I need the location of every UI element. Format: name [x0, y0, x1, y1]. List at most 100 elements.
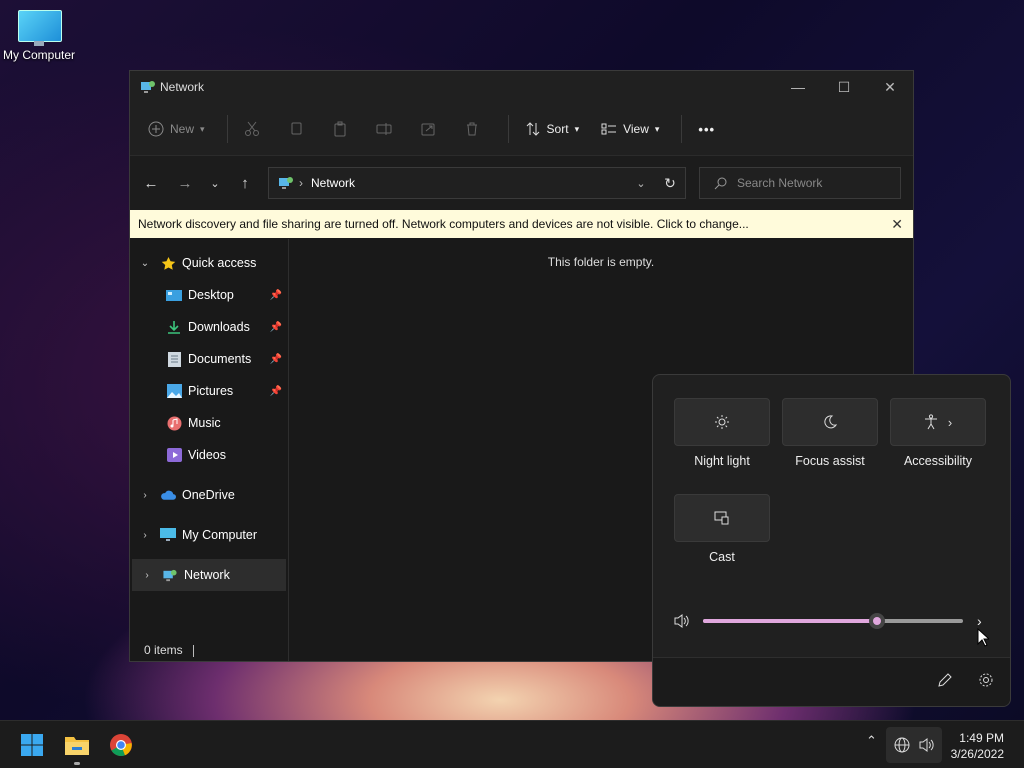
tile-cast[interactable]: Cast — [674, 494, 770, 564]
nav-item-pictures[interactable]: Pictures 📌 — [130, 375, 288, 407]
speaker-icon[interactable] — [673, 613, 691, 629]
chevron-down-icon[interactable]: ⌄ — [130, 258, 160, 269]
nav-item-quick-access[interactable]: ⌄ Quick access — [130, 247, 288, 279]
volume-slider[interactable] — [703, 613, 963, 629]
tile-night-light[interactable]: Night light — [674, 398, 770, 468]
chevron-right-icon[interactable]: › — [132, 570, 162, 581]
nav-item-network[interactable]: › Network — [132, 559, 286, 591]
monitor-icon — [160, 528, 176, 542]
nav-item-music[interactable]: Music — [130, 407, 288, 439]
tile-focus-assist[interactable]: Focus assist — [782, 398, 878, 468]
cast-icon — [714, 511, 729, 525]
sort-label: Sort — [546, 122, 569, 136]
settings-button[interactable] — [978, 672, 994, 693]
chevron-down-icon: ▾ — [200, 123, 205, 134]
nav-item-videos[interactable]: Videos — [130, 439, 288, 471]
picture-icon — [166, 384, 182, 398]
title-bar[interactable]: Network — ☐ ✕ — [130, 71, 913, 103]
tile-label: Focus assist — [795, 454, 865, 468]
navigation-bar: ← → ⌄ ↑ › Network ⌄ ↻ Search Network — [130, 156, 913, 210]
nav-item-my-computer[interactable]: › My Computer — [130, 519, 288, 551]
view-button[interactable]: View ▾ — [593, 115, 667, 143]
nav-item-downloads[interactable]: Downloads 📌 — [130, 311, 288, 343]
focus-assist-button[interactable] — [782, 398, 878, 446]
accessibility-button[interactable]: › — [890, 398, 986, 446]
tile-label: Accessibility — [903, 454, 973, 468]
desktop-icon-my-computer[interactable]: My Computer — [0, 8, 78, 62]
chevron-right-icon[interactable]: › — [130, 530, 160, 541]
download-icon — [166, 320, 182, 334]
paste-button[interactable] — [324, 115, 362, 143]
network-discovery-infobar[interactable]: Network discovery and file sharing are t… — [130, 210, 913, 238]
taskbar: ⌃ 1:49 PM 3/26/2022 — [0, 720, 1024, 768]
nav-item-desktop[interactable]: Desktop 📌 — [130, 279, 288, 311]
infobar-close-button[interactable]: ✕ — [891, 216, 903, 233]
tile-accessibility[interactable]: › Accessibility — [890, 398, 986, 468]
nav-label: Downloads — [188, 320, 250, 334]
pin-icon[interactable]: 📌 — [270, 322, 282, 333]
delete-button[interactable] — [456, 115, 494, 143]
start-button[interactable] — [18, 731, 46, 759]
pin-icon[interactable]: 📌 — [270, 290, 282, 301]
chevron-right-icon[interactable]: › — [130, 490, 160, 501]
arrow-up-icon: ↑ — [241, 174, 249, 192]
search-box[interactable]: Search Network — [699, 167, 901, 199]
status-bar: 0 items — [144, 643, 194, 657]
rename-button[interactable] — [368, 115, 406, 143]
forward-button[interactable]: → — [168, 168, 202, 198]
address-bar[interactable]: › Network ⌄ ↻ — [268, 167, 686, 199]
copy-button[interactable] — [280, 115, 318, 143]
nav-label: OneDrive — [182, 488, 235, 502]
close-button[interactable]: ✕ — [867, 71, 913, 103]
clock-time: 1:49 PM — [959, 731, 1004, 745]
windows-logo-icon — [21, 734, 43, 756]
back-button[interactable]: ← — [134, 168, 168, 198]
brightness-icon — [715, 415, 729, 429]
chevron-down-icon: ▾ — [654, 123, 660, 134]
breadcrumb-network[interactable]: Network — [311, 176, 355, 190]
taskbar-file-explorer[interactable] — [63, 731, 91, 765]
new-button[interactable]: New ▾ — [140, 115, 213, 143]
navigation-pane: ⌄ Quick access Desktop 📌 Downloads 📌 Doc… — [130, 239, 289, 661]
chevron-down-icon: ⌄ — [210, 177, 220, 190]
taskbar-chrome[interactable] — [107, 731, 135, 759]
infobar-message[interactable]: Network discovery and file sharing are t… — [138, 217, 749, 231]
share-icon — [421, 123, 435, 136]
pin-icon[interactable]: 📌 — [270, 386, 282, 397]
recent-locations-button[interactable]: ⌄ — [202, 168, 228, 198]
cut-button[interactable] — [236, 115, 274, 143]
edit-quick-settings-button[interactable] — [937, 672, 953, 693]
night-light-button[interactable] — [674, 398, 770, 446]
taskbar-clock[interactable]: 1:49 PM 3/26/2022 — [951, 730, 1004, 762]
plus-circle-icon — [148, 121, 164, 137]
share-button[interactable] — [412, 115, 450, 143]
sort-button[interactable]: Sort ▾ — [517, 115, 588, 143]
copy-icon — [291, 122, 302, 135]
gear-icon — [979, 673, 993, 687]
desktop-icon — [166, 288, 182, 302]
cast-button[interactable] — [674, 494, 770, 542]
nav-label: Documents — [188, 352, 252, 366]
volume-thumb[interactable] — [869, 613, 886, 629]
refresh-button[interactable]: ↻ — [655, 175, 685, 192]
scissors-icon — [244, 121, 259, 136]
minimize-button[interactable]: — — [775, 71, 821, 103]
desktop-icon-label: My Computer — [2, 48, 76, 62]
new-label: New — [170, 122, 195, 136]
view-label: View — [623, 122, 649, 136]
show-hidden-icons-button[interactable]: ⌃ — [866, 733, 877, 749]
address-history-dropdown[interactable]: ⌄ — [627, 177, 655, 190]
nav-item-onedrive[interactable]: › OneDrive — [130, 479, 288, 511]
nav-item-documents[interactable]: Documents 📌 — [130, 343, 288, 375]
pencil-icon — [938, 673, 952, 687]
quick-settings-tray-button[interactable] — [886, 727, 942, 763]
more-options-button[interactable]: ••• — [690, 116, 723, 143]
volume-fill — [703, 619, 878, 623]
item-count: 0 items — [144, 643, 183, 657]
pin-icon[interactable]: 📌 — [270, 354, 282, 365]
nav-label: Network — [184, 568, 230, 582]
accessibility-icon — [924, 414, 937, 430]
up-button[interactable]: ↑ — [228, 168, 262, 198]
maximize-button[interactable]: ☐ — [821, 71, 867, 103]
chevron-right-icon[interactable]: › — [977, 613, 982, 629]
